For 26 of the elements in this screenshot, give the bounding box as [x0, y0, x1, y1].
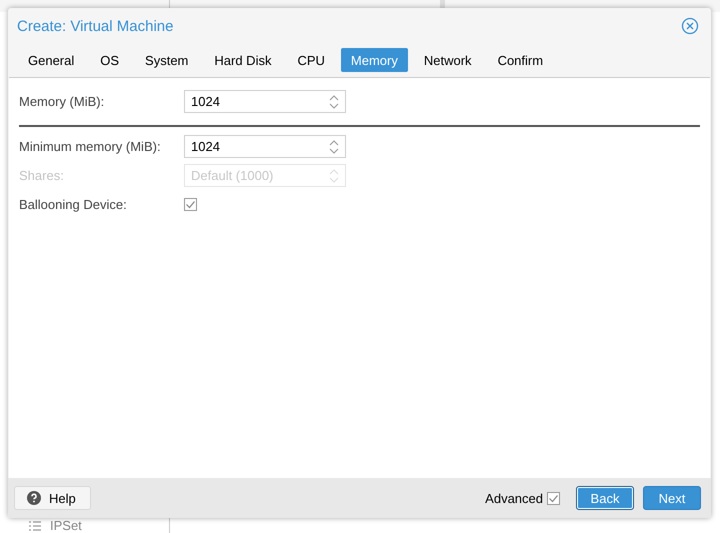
number-field[interactable]: 1024 [185, 136, 329, 157]
close-button[interactable] [681, 17, 699, 35]
field-label: Minimum memory (MiB): [19, 139, 162, 154]
help-button[interactable]: Help [14, 486, 91, 510]
field-label: Shares: [19, 168, 65, 183]
tab[interactable]: Network [414, 48, 482, 72]
sidebar-item[interactable]: IPSet [50, 518, 82, 533]
checkbox[interactable] [184, 198, 197, 211]
spinner-arrows-icon[interactable] [329, 94, 339, 110]
spinner-field[interactable]: 1024 [184, 135, 346, 158]
tab[interactable]: CPU [287, 48, 335, 72]
tab[interactable]: System [135, 48, 198, 72]
list-icon [28, 520, 42, 532]
tab[interactable]: Hard Disk [204, 48, 282, 72]
field-label: Memory (MiB): [19, 94, 106, 109]
tab[interactable]: Confirm [488, 48, 554, 72]
advanced-checkbox[interactable] [547, 492, 560, 504]
tab[interactable]: OS [90, 48, 130, 72]
number-field[interactable]: 1024 [185, 91, 329, 112]
field-label: Ballooning Device: [19, 197, 128, 212]
help-icon [27, 491, 41, 505]
window-title: Create: Virtual Machine [17, 18, 174, 34]
advanced-label: Advanced [485, 490, 543, 506]
tab[interactable]: General [18, 48, 84, 72]
spinner-field[interactable]: 1024 [184, 90, 346, 113]
spinner-arrows-icon[interactable] [329, 138, 339, 154]
